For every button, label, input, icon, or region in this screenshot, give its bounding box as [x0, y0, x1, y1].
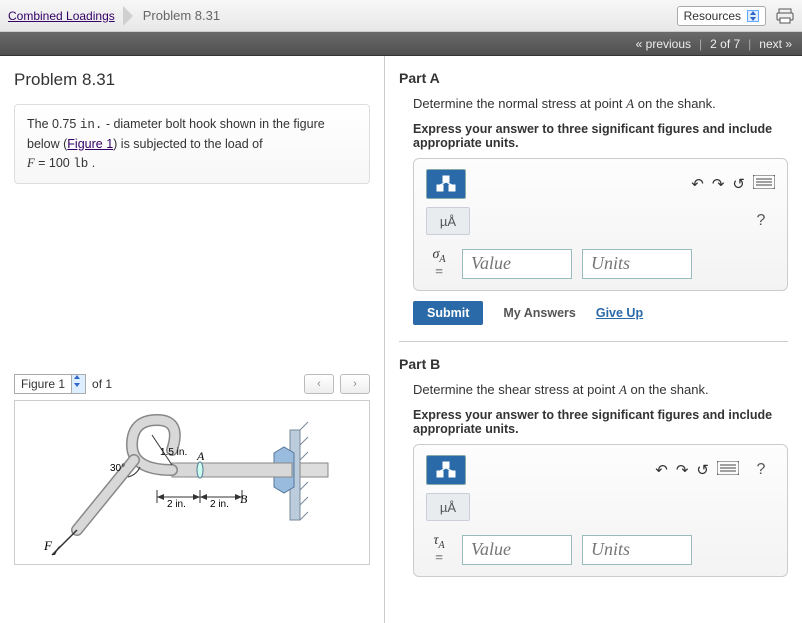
part-b-answer-panel: ↶ ↷ ↺ ? µÅ τA=	[413, 444, 788, 577]
hook-diagram: F 30° 1.5 in. A B 2 in. 2 in.	[22, 405, 362, 560]
part-a-prompt: Determine the normal stress at point A o…	[399, 96, 788, 112]
part-b-instructions: Express your answer to three significant…	[399, 408, 788, 436]
figure-count: of 1	[92, 377, 112, 391]
part-a-submit-button[interactable]: Submit	[413, 301, 483, 325]
help-icon[interactable]: ?	[747, 207, 775, 235]
svg-text:B: B	[240, 492, 248, 506]
dropdown-spinner-icon	[747, 10, 759, 22]
part-a-instructions: Express your answer to three significant…	[399, 122, 788, 150]
part-a-title: Part A	[399, 70, 788, 86]
undo-icon[interactable]: ↶	[655, 461, 668, 479]
part-b-prompt: Determine the shear stress at point A on…	[399, 382, 788, 398]
problem-nav: « previous | 2 of 7 | next »	[0, 32, 802, 56]
problem-text: .	[88, 156, 95, 170]
problem-text: ) is subjected to the load of	[113, 137, 262, 151]
part-a-units-input[interactable]	[582, 249, 692, 279]
units-picker-button[interactable]: µÅ	[426, 493, 470, 521]
help-icon[interactable]: ?	[747, 456, 775, 484]
figure-image: F 30° 1.5 in. A B 2 in. 2 in.	[14, 400, 370, 565]
part-b-units-input[interactable]	[582, 535, 692, 565]
nav-next[interactable]: next »	[759, 37, 792, 51]
units-picker-button[interactable]: µÅ	[426, 207, 470, 235]
problem-text: The 0.75	[27, 117, 80, 131]
figure-selector[interactable]: Figure 1	[14, 374, 86, 394]
spinner-icon	[71, 375, 85, 393]
keyboard-icon[interactable]	[753, 175, 775, 193]
nav-sep: |	[748, 37, 751, 51]
svg-text:1.5 in.: 1.5 in.	[160, 447, 187, 458]
resources-button[interactable]: Resources	[677, 6, 766, 26]
breadcrumb-parent[interactable]: Combined Loadings	[8, 9, 115, 23]
svg-text:A: A	[196, 449, 205, 463]
undo-icon[interactable]: ↶	[691, 175, 704, 193]
problem-F-unit: lb	[73, 157, 88, 171]
svg-text:2 in.: 2 in.	[167, 499, 186, 510]
breadcrumb-current: Problem 8.31	[143, 8, 220, 23]
templates-button[interactable]	[426, 169, 466, 199]
main-content: Problem 8.31 The 0.75 in. - diameter bol…	[0, 56, 802, 623]
svg-text:30°: 30°	[110, 463, 125, 474]
right-pane: Part A Determine the normal stress at po…	[385, 56, 802, 623]
figure-header: Figure 1 of 1 ‹ ›	[14, 374, 370, 394]
figure-next-button[interactable]: ›	[340, 374, 370, 394]
problem-unit: in.	[80, 118, 103, 132]
part-b-title: Part B	[399, 356, 788, 372]
part-b-value-input[interactable]	[462, 535, 572, 565]
problem-statement: The 0.75 in. - diameter bolt hook shown …	[14, 104, 370, 184]
left-pane: Problem 8.31 The 0.75 in. - diameter bol…	[0, 56, 385, 623]
resources-label: Resources	[684, 9, 741, 23]
figure-link[interactable]: Figure 1	[67, 137, 113, 151]
part-a-answer-panel: ↶ ↷ ↺ µÅ ? σA=	[413, 158, 788, 291]
part-a-symbol: σA=	[426, 247, 452, 280]
figure-prev-button[interactable]: ‹	[304, 374, 334, 394]
keyboard-icon[interactable]	[717, 461, 739, 479]
nav-position: 2 of 7	[710, 37, 740, 51]
part-a-value-input[interactable]	[462, 249, 572, 279]
part-a-giveup-link[interactable]: Give Up	[596, 306, 643, 320]
part-b-symbol: τA=	[426, 533, 452, 566]
nav-prev[interactable]: « previous	[636, 37, 691, 51]
problem-title: Problem 8.31	[14, 70, 370, 90]
reset-icon[interactable]: ↺	[696, 461, 709, 479]
chevron-right-icon	[123, 6, 133, 26]
problem-F-value: = 100	[35, 156, 74, 170]
top-bar: Combined Loadings Problem 8.31 Resources	[0, 0, 802, 32]
divider	[399, 341, 788, 342]
part-a-my-answers[interactable]: My Answers	[503, 306, 575, 320]
templates-button[interactable]	[426, 455, 466, 485]
problem-F-symbol: F	[27, 156, 35, 170]
redo-icon[interactable]: ↷	[712, 175, 725, 193]
redo-icon[interactable]: ↷	[676, 461, 689, 479]
svg-text:2 in.: 2 in.	[210, 499, 229, 510]
figure-selector-label: Figure 1	[15, 375, 71, 393]
svg-text:F: F	[43, 538, 53, 553]
nav-sep: |	[699, 37, 702, 51]
reset-icon[interactable]: ↺	[732, 175, 745, 193]
print-icon[interactable]	[776, 8, 794, 24]
